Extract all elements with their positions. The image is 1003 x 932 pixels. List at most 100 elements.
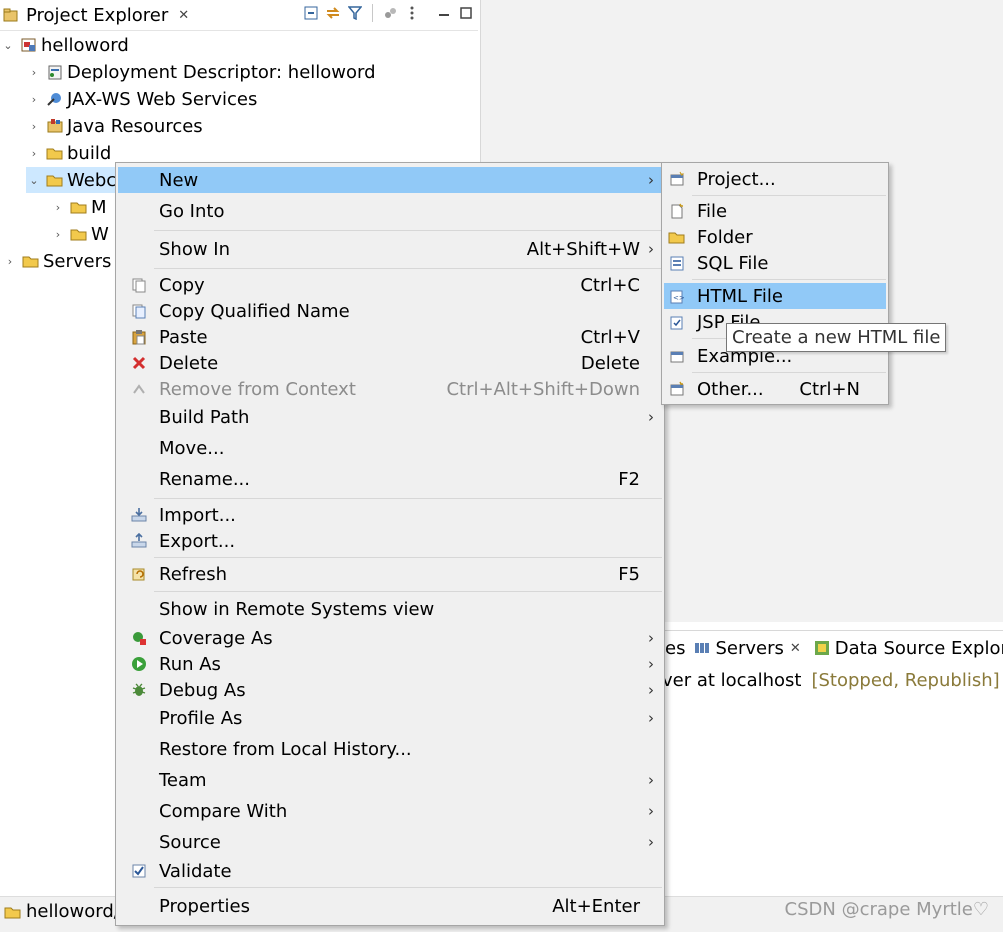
menu-item-new[interactable]: New › — [118, 167, 662, 193]
menu-item-label: Properties — [159, 895, 250, 917]
menu-item-show-in[interactable]: Show In Alt+Shift+W › — [118, 236, 662, 262]
collapsed-chevron-icon[interactable]: › — [50, 201, 66, 214]
explorer-toolbar — [303, 4, 474, 22]
tree-item-servers[interactable]: › Servers — [2, 248, 112, 274]
tree-item-label: build — [67, 142, 112, 164]
menu-item-label: Import... — [159, 504, 236, 526]
tab-servers[interactable]: Servers ✕ — [691, 631, 806, 665]
submenu-item-label: SQL File — [697, 252, 769, 274]
menu-item-build-path[interactable]: Build Path › — [118, 404, 662, 430]
menu-item-label: Copy Qualified Name — [159, 300, 350, 322]
link-with-editor-icon[interactable] — [325, 5, 341, 21]
submenu-item-shortcut: Ctrl+N — [799, 378, 860, 400]
menu-item-go-into[interactable]: Go Into — [118, 198, 662, 224]
tree-item-web-inf[interactable]: › W — [50, 221, 109, 247]
folder-icon — [46, 144, 64, 162]
collapse-all-icon[interactable] — [303, 5, 319, 21]
menu-separator — [154, 268, 662, 269]
menu-item-run-as[interactable]: Run As › — [118, 651, 662, 677]
menu-item-paste[interactable]: Paste Ctrl+V — [118, 324, 662, 350]
menu-item-label: Build Path — [159, 406, 250, 428]
collapsed-chevron-icon[interactable]: › — [50, 228, 66, 241]
menu-item-shortcut: Ctrl+Alt+Shift+Down — [446, 378, 640, 400]
submenu-item-label: Project... — [697, 168, 776, 190]
close-icon[interactable]: ✕ — [790, 641, 801, 656]
server-name: ver at localhost — [662, 669, 802, 691]
collapsed-chevron-icon[interactable]: › — [26, 66, 42, 79]
tree-item-deployment-descriptor[interactable]: › Deployment Descriptor: helloword — [26, 59, 376, 85]
tree-item-label: Servers — [43, 250, 112, 272]
menu-item-move[interactable]: Move... — [118, 435, 662, 461]
svg-text:<>: <> — [673, 294, 685, 302]
collapsed-chevron-icon[interactable]: › — [26, 120, 42, 133]
menu-item-source[interactable]: Source › — [118, 829, 662, 855]
tab-data-source-explorer[interactable]: Data Source Explore — [807, 631, 1003, 665]
menu-item-properties[interactable]: Properties Alt+Enter — [118, 893, 662, 919]
collapsed-chevron-icon[interactable]: › — [26, 147, 42, 160]
server-row[interactable]: ver at localhost [Stopped, Republish] — [662, 667, 1000, 693]
menu-item-restore-local-history[interactable]: Restore from Local History... — [118, 736, 662, 762]
tooltip: Create a new HTML file — [726, 323, 947, 352]
tree-item-webcontent[interactable]: ⌄ Webc — [26, 167, 118, 193]
menu-item-copy-qualified-name[interactable]: Copy Qualified Name — [118, 298, 662, 324]
menu-item-team[interactable]: Team › — [118, 767, 662, 793]
menu-item-remove-from-context: Remove from Context Ctrl+Alt+Shift+Down — [118, 376, 662, 402]
menu-item-validate[interactable]: Validate — [118, 858, 662, 884]
project-explorer-tab[interactable]: Project Explorer ✕ — [0, 0, 189, 30]
menu-item-label: Source — [159, 831, 221, 853]
tree-item-jax-ws[interactable]: › JAX-WS Web Services — [26, 86, 258, 112]
submenu-arrow-icon: › — [648, 709, 654, 727]
tree-item-label: helloword — [41, 34, 129, 56]
submenu-item-project[interactable]: Project... — [664, 166, 886, 192]
menu-item-label: Compare With — [159, 800, 288, 822]
submenu-item-folder[interactable]: Folder — [664, 224, 886, 250]
tree-item-meta-inf[interactable]: › M — [50, 194, 107, 220]
collapsed-chevron-icon[interactable]: › — [2, 255, 18, 268]
menu-item-label: Profile As — [159, 707, 243, 729]
close-icon[interactable]: ✕ — [178, 8, 189, 23]
menu-item-debug-as[interactable]: Debug As › — [118, 677, 662, 703]
menu-item-shortcut: Alt+Enter — [552, 895, 640, 917]
tree-item-java-resources[interactable]: › Java Resources — [26, 113, 203, 139]
tree-item-helloword[interactable]: ⌄ helloword — [0, 32, 129, 58]
refresh-icon — [130, 565, 148, 583]
menu-item-label: Coverage As — [159, 627, 273, 649]
menu-item-coverage-as[interactable]: Coverage As › — [118, 625, 662, 651]
menu-item-label: Show In — [159, 238, 231, 260]
submenu-arrow-icon: › — [648, 833, 654, 851]
menu-item-compare-with[interactable]: Compare With › — [118, 798, 662, 824]
menu-item-import[interactable]: Import... — [118, 502, 662, 528]
submenu-item-html-file[interactable]: <> HTML File — [664, 283, 886, 309]
menu-separator — [154, 591, 662, 592]
menu-item-refresh[interactable]: Refresh F5 — [118, 561, 662, 587]
menu-item-show-in-remote-systems[interactable]: Show in Remote Systems view — [118, 596, 662, 622]
menu-item-copy[interactable]: Copy Ctrl+C — [118, 272, 662, 298]
view-menu-icon[interactable] — [404, 5, 420, 21]
submenu-arrow-icon: › — [648, 771, 654, 789]
debug-icon — [130, 681, 148, 699]
menu-item-delete[interactable]: Delete Delete — [118, 350, 662, 376]
maximize-icon[interactable] — [458, 5, 474, 21]
deployment-descriptor-icon — [46, 63, 64, 81]
menu-item-export[interactable]: Export... — [118, 528, 662, 554]
expanded-chevron-icon[interactable]: ⌄ — [26, 174, 42, 187]
other-wizard-icon — [668, 380, 686, 398]
menu-item-rename[interactable]: Rename... F2 — [118, 466, 662, 492]
submenu-item-label: Folder — [697, 226, 753, 248]
expanded-chevron-icon[interactable]: ⌄ — [0, 39, 16, 52]
status-path-text: helloword/ — [26, 901, 120, 922]
submenu-item-other[interactable]: Other... Ctrl+N — [664, 376, 886, 402]
collapsed-chevron-icon[interactable]: › — [26, 93, 42, 106]
focus-icon[interactable] — [382, 5, 398, 21]
menu-item-label: Refresh — [159, 563, 227, 585]
tree-item-build[interactable]: › build — [26, 140, 111, 166]
menu-item-label: Remove from Context — [159, 378, 356, 400]
filter-icon[interactable] — [347, 5, 363, 21]
menu-item-profile-as[interactable]: Profile As › — [118, 705, 662, 731]
tree-item-label: M — [91, 196, 107, 218]
menu-item-label: New — [159, 169, 199, 191]
submenu-item-file[interactable]: File — [664, 198, 886, 224]
menu-separator — [692, 279, 886, 280]
submenu-item-sql-file[interactable]: SQL File — [664, 250, 886, 276]
minimize-icon[interactable] — [436, 5, 452, 21]
